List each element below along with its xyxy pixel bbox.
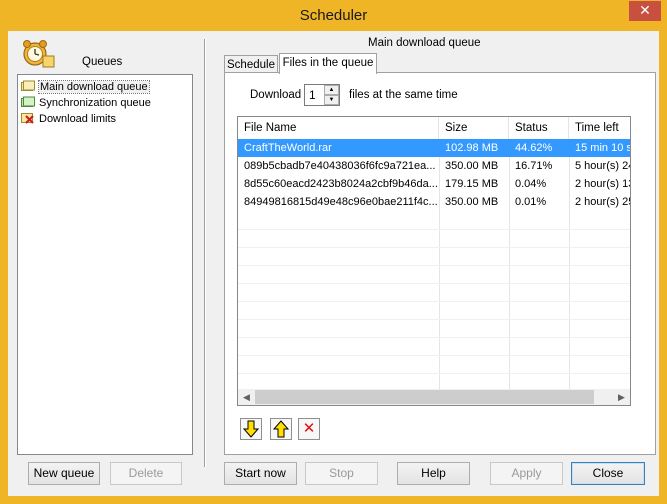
queue-title: Main download queue <box>368 37 481 49</box>
cell-size: 179.15 MB <box>445 178 499 190</box>
table-row[interactable]: 84949816815d49e48c96e0bae211f4c... 350.0… <box>238 193 630 211</box>
table-row[interactable]: 089b5cbadb7e40438036f6fc9a721ea... 350.0… <box>238 157 630 175</box>
row-divider <box>238 373 630 374</box>
queue-item-synchronization[interactable]: Synchronization queue <box>21 95 151 111</box>
apply-button[interactable]: Apply <box>490 462 563 485</box>
queues-label: Queues <box>82 56 123 68</box>
queue-item-main-download[interactable]: Main download queue <box>21 79 150 95</box>
start-now-button[interactable]: Start now <box>224 462 297 485</box>
sync-folder-icon <box>21 96 35 108</box>
row-divider <box>238 337 630 338</box>
help-label: Help <box>421 466 446 480</box>
delete-label: Delete <box>128 466 164 480</box>
arrow-up-icon <box>272 420 290 438</box>
cell-file-name: CraftTheWorld.rar <box>244 142 332 154</box>
panel-divider <box>204 39 206 467</box>
cell-file-name: 8d55c60eacd2423b8024a2cbf9b46da... <box>244 178 438 190</box>
row-divider <box>238 247 630 248</box>
cell-time-left: 5 hour(s) 24 <box>575 160 630 172</box>
column-header-status[interactable]: Status <box>509 117 569 139</box>
row-divider <box>238 229 630 230</box>
arrow-down-icon <box>242 420 260 438</box>
close-label: Close <box>592 466 624 480</box>
row-divider <box>238 265 630 266</box>
delete-x-icon: ✕ <box>302 420 316 437</box>
tab-files-label: Files in the queue <box>282 57 374 69</box>
queue-folder-icon <box>21 80 35 92</box>
column-header-size[interactable]: Size <box>439 117 509 139</box>
table-row[interactable]: 8d55c60eacd2423b8024a2cbf9b46da... 179.1… <box>238 175 630 193</box>
move-down-button[interactable] <box>240 418 262 440</box>
files-same-time-label: files at the same time <box>349 89 458 101</box>
scroll-thumb[interactable] <box>255 390 594 404</box>
cell-status: 44.62% <box>515 142 553 154</box>
download-label: Download <box>250 89 302 101</box>
window-close-button[interactable]: ✕ <box>629 1 661 21</box>
scheduler-window: Scheduler ✕ Queues Main download queue S… <box>0 0 667 504</box>
new-queue-label: New queue <box>33 466 95 480</box>
queue-item-download-limits[interactable]: Download limits <box>21 111 116 127</box>
cell-size: 350.00 MB <box>445 160 499 172</box>
delete-queue-button[interactable]: Delete <box>110 462 182 485</box>
row-divider <box>238 319 630 320</box>
cell-file-name: 84949816815d49e48c96e0bae211f4c... <box>244 196 438 208</box>
remove-file-button[interactable]: ✕ <box>298 418 320 440</box>
cell-status: 0.01% <box>515 196 547 208</box>
row-divider <box>238 283 630 284</box>
queue-list[interactable]: Main download queue Synchronization queu… <box>17 74 193 455</box>
cell-size: 102.98 MB <box>445 142 499 154</box>
stop-label: Stop <box>329 466 354 480</box>
cell-time-left: 15 min 10 sec <box>575 142 630 154</box>
cell-time-left: 2 hour(s) 13 <box>575 178 630 190</box>
scroll-left-icon[interactable]: ◀ <box>238 389 255 405</box>
column-header-time-left[interactable]: Time left <box>569 117 630 139</box>
cell-file-name: 089b5cbadb7e40438036f6fc9a721ea... <box>244 160 436 172</box>
cell-size: 350.00 MB <box>445 196 499 208</box>
cell-status: 0.04% <box>515 178 547 190</box>
table-row[interactable]: CraftTheWorld.rar 102.98 MB 44.62% 15 mi… <box>238 139 630 157</box>
row-divider <box>238 301 630 302</box>
move-up-button[interactable] <box>270 418 292 440</box>
stepper-down-icon[interactable]: ▼ <box>324 95 339 105</box>
stepper-up-icon[interactable]: ▲ <box>324 85 339 95</box>
queue-item-label: Download limits <box>39 113 117 125</box>
title-bar[interactable]: Scheduler ✕ <box>0 0 667 31</box>
tab-files-in-queue[interactable]: Files in the queue <box>279 53 377 74</box>
concurrent-downloads-stepper[interactable]: 1 ▲ ▼ <box>304 84 340 106</box>
cell-status: 16.71% <box>515 160 553 172</box>
horizontal-scrollbar[interactable]: ◀ ▶ <box>238 389 630 405</box>
help-button[interactable]: Help <box>397 462 470 485</box>
alarm-clock-icon <box>21 38 55 68</box>
close-button[interactable]: Close <box>571 462 645 485</box>
queue-item-label: Synchronization queue <box>39 97 151 109</box>
dialog-client: Queues Main download queue Synchronizati… <box>8 31 659 496</box>
cell-time-left: 2 hour(s) 25 <box>575 196 630 208</box>
limits-icon <box>21 112 35 124</box>
scroll-right-icon[interactable]: ▶ <box>613 389 630 405</box>
window-title: Scheduler <box>299 7 368 24</box>
row-divider <box>238 355 630 356</box>
queue-item-label: Main download queue <box>38 80 150 94</box>
apply-label: Apply <box>511 466 542 480</box>
files-table[interactable]: File Name Size Status Time left CraftThe… <box>237 116 631 406</box>
column-header-file-name[interactable]: File Name <box>238 117 439 139</box>
new-queue-button[interactable]: New queue <box>28 462 100 485</box>
tab-schedule-label: Schedule <box>227 59 275 71</box>
start-now-label: Start now <box>235 466 286 480</box>
concurrent-value: 1 <box>309 88 316 102</box>
stop-button[interactable]: Stop <box>305 462 378 485</box>
